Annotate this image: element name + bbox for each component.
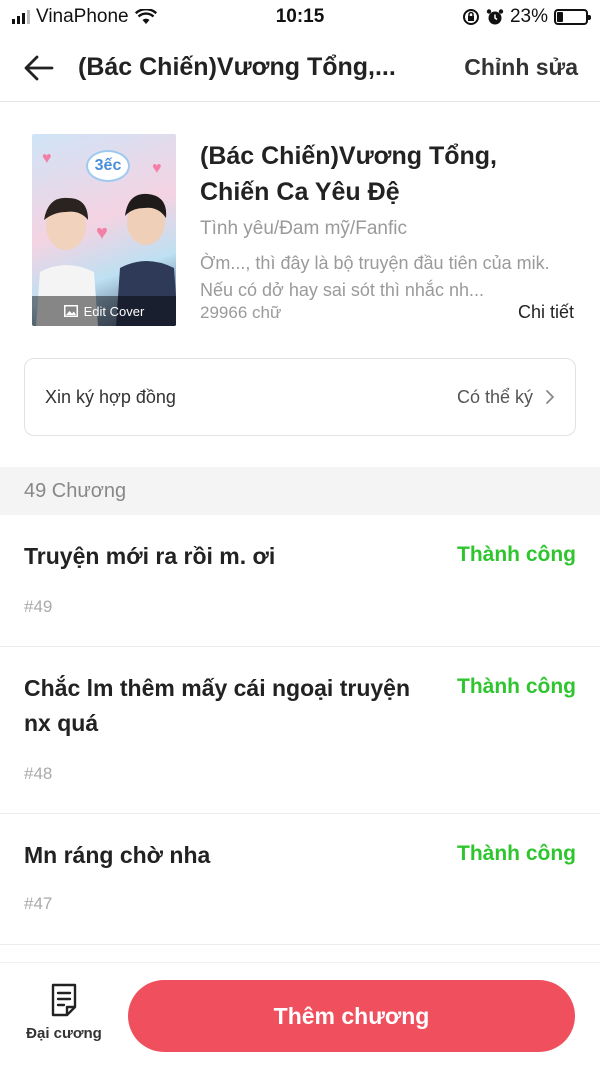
chapter-item[interactable]: Mn ráng chờ nha Thành công #47 — [0, 814, 600, 945]
chapter-list: Truyện mới ra rồi m. ơi Thành công #49 C… — [0, 515, 600, 945]
book-info: ♥ ♥ ♥ 3ếc Edit Cover (Bác Chiến)Vương Tổ… — [0, 102, 600, 336]
cover-bubble: 3ếc — [88, 152, 128, 180]
alarm-icon — [486, 9, 504, 25]
outline-button[interactable]: Đại cương — [14, 983, 114, 1055]
edit-cover-overlay[interactable]: Edit Cover — [32, 296, 176, 326]
heart-icon: ♥ — [42, 150, 52, 167]
chapter-count-header: 49 Chương — [0, 467, 600, 515]
chapter-title: Chắc lm thêm mấy cái ngoại truyện nx quá — [24, 675, 411, 736]
contract-status-text: Có thể ký — [456, 386, 533, 407]
chapter-title: Mn ráng chờ nha — [24, 842, 211, 868]
book-description: Ờm..., thì đây là bộ truyện đầu tiên của… — [200, 253, 550, 300]
arrow-left-icon — [24, 55, 54, 80]
carrier-label: VinaPhone — [36, 6, 129, 27]
wifi-icon — [134, 9, 157, 24]
chapter-number: #48 — [24, 764, 53, 783]
document-icon — [51, 983, 77, 1017]
add-chapter-button[interactable]: Thêm chương — [128, 980, 575, 1052]
book-genre: Tình yêu/Đam mỹ/Fanfic — [200, 218, 407, 239]
image-icon — [63, 305, 78, 317]
rotation-lock-icon — [462, 9, 479, 25]
chevron-right-icon — [546, 390, 554, 404]
contract-label: Xin ký hợp đồng — [45, 386, 176, 407]
bottom-bar: Đại cương Thêm chương — [0, 962, 600, 1067]
chapter-number: #47 — [24, 894, 53, 913]
chapter-item[interactable]: Chắc lm thêm mấy cái ngoại truyện nx quá… — [0, 647, 600, 814]
book-title: (Bác Chiến)Vương Tổng, Chiến Ca Yêu Đệ — [200, 142, 497, 206]
word-count: 29966 chữ — [200, 303, 282, 322]
battery-icon — [554, 9, 591, 25]
chapter-title: Truyện mới ra rồi m. ơi — [24, 543, 276, 569]
battery-percent: 23% — [509, 6, 548, 27]
nav-bar: (Bác Chiến)Vương Tổng,... Chỉnh sửa — [0, 34, 600, 102]
signal-icon — [12, 10, 30, 24]
contract-status: Có thể ký — [457, 387, 555, 408]
book-cover[interactable]: ♥ ♥ ♥ 3ếc Edit Cover — [32, 134, 176, 326]
page-title: (Bác Chiến)Vương Tổng,... — [78, 53, 396, 81]
contract-card[interactable]: Xin ký hợp đồng Có thể ký — [24, 358, 576, 436]
edit-cover-label: Edit Cover — [83, 303, 145, 319]
chapter-status: Thành công — [457, 543, 576, 566]
chapter-item[interactable]: Truyện mới ra rồi m. ơi Thành công #49 — [0, 515, 600, 647]
heart-icon: ♥ — [152, 160, 162, 177]
chapter-number: #49 — [24, 597, 53, 616]
edit-button[interactable]: Chỉnh sửa — [464, 54, 578, 81]
back-button[interactable] — [0, 34, 78, 102]
detail-link[interactable]: Chi tiết — [518, 302, 574, 323]
outline-label: Đại cương — [26, 1025, 102, 1042]
chapter-status: Thành công — [457, 842, 576, 865]
status-bar: VinaPhone 10:15 23% — [0, 0, 600, 34]
chapter-status: Thành công — [457, 675, 576, 698]
